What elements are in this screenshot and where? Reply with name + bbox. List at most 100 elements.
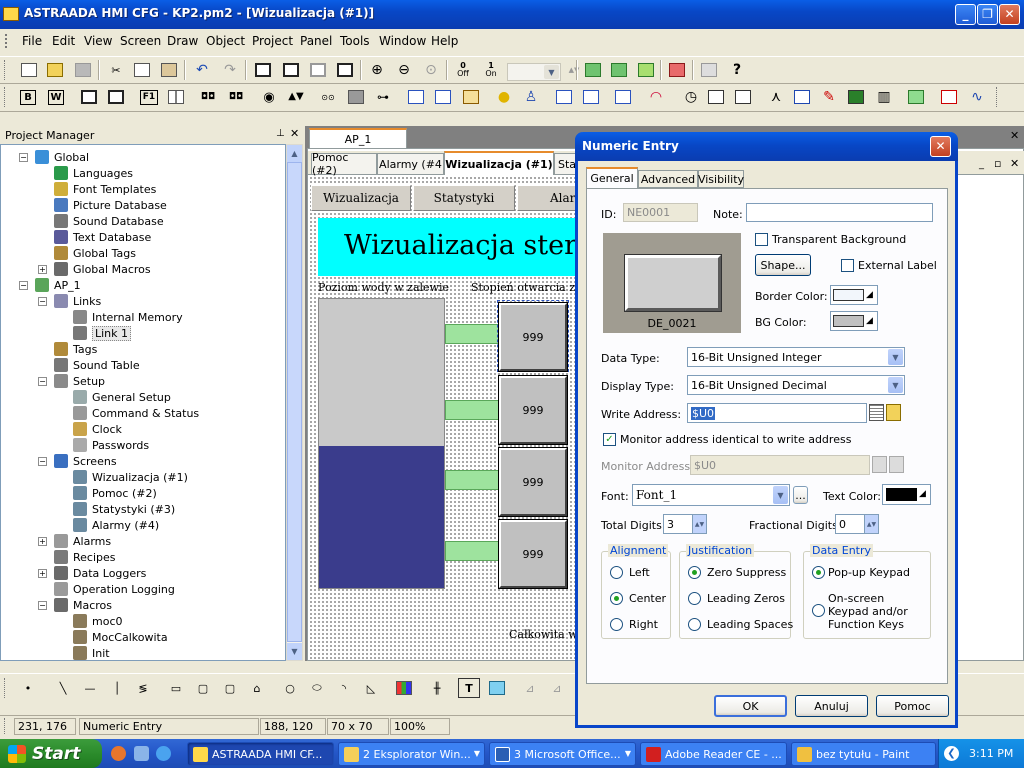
fractional-digits-spinner[interactable]: ▲▼ [864, 515, 878, 533]
knob-icon[interactable]: ◉ [258, 87, 280, 107]
nav-button-wizualizacja[interactable]: Wizualizacja [311, 185, 411, 211]
menu-project[interactable]: Project [252, 34, 293, 48]
tree-item[interactable]: Setup [54, 373, 105, 389]
leading-spaces-radio[interactable] [688, 618, 701, 631]
color-grid-icon[interactable] [393, 678, 415, 698]
align-right-radio[interactable] [610, 618, 623, 631]
onscreen-keypad-radio[interactable] [812, 604, 825, 617]
on-state-button[interactable]: 1 On [480, 60, 502, 80]
select-switch-icon[interactable]: ◘◘ [225, 87, 247, 107]
ie-icon[interactable] [156, 746, 171, 761]
total-digits-field[interactable]: 3 ▲▼ [663, 514, 707, 534]
valve-bar-1[interactable] [445, 324, 499, 344]
nav-button-alarmy[interactable]: Alar [517, 185, 577, 211]
rounded-rect2-tool-icon[interactable]: ▢ [219, 678, 241, 698]
text-tool-icon[interactable]: T [458, 678, 480, 698]
task-astraada[interactable]: ASTRAADA HMI CF... [187, 742, 334, 766]
tree-item[interactable]: Alarmy (#4) [73, 517, 159, 533]
upload-icon[interactable] [608, 60, 630, 80]
mdi-close-outer-icon[interactable]: ✕ [1010, 129, 1019, 142]
monitor-identical-checkbox[interactable]: ✓ [603, 433, 616, 446]
font-browse-button[interactable]: ... [793, 486, 808, 504]
image-tool-icon[interactable] [486, 678, 508, 698]
state-dropdown[interactable]: ▼ [507, 63, 561, 81]
id-field[interactable]: NE0001 [623, 203, 698, 222]
cut-icon[interactable]: ✂ [105, 60, 127, 80]
copy-icon[interactable] [131, 60, 153, 80]
help-button[interactable]: Pomoc [876, 695, 949, 717]
scroll-up-icon[interactable]: ▲ [287, 145, 302, 162]
screen-properties-icon[interactable] [334, 60, 356, 80]
tree-item[interactable]: MocCalkowita [73, 629, 168, 645]
tree-item[interactable]: Statystyki (#3) [73, 501, 175, 517]
menu-window[interactable]: Window [379, 34, 426, 48]
zoom-icon[interactable]: ⊙ [420, 60, 442, 80]
compile-icon[interactable] [635, 60, 657, 80]
display-type-select[interactable]: 16-Bit Unsigned Decimal ▼ [687, 375, 905, 395]
tree-item[interactable]: Global Tags [54, 245, 136, 261]
word-button-icon[interactable]: W [45, 87, 67, 107]
tree-item[interactable]: Text Database [54, 229, 151, 245]
tree-item[interactable]: Languages [54, 165, 133, 181]
collapse-icon[interactable]: − [19, 153, 28, 162]
tree-item[interactable]: Picture Database [54, 197, 167, 213]
water-tank-bar[interactable] [318, 298, 445, 589]
tree-item[interactable]: Recipes [54, 549, 116, 565]
function-key-icon[interactable]: F1 [138, 87, 160, 107]
character-entry-icon[interactable] [580, 87, 602, 107]
tab-advanced[interactable]: Advanced [638, 170, 698, 188]
task-adobe-reader[interactable]: Adobe Reader CE - ... [640, 742, 787, 766]
border-color-picker[interactable]: ◢ [830, 285, 878, 305]
ruler-icon[interactable]: ╫ [426, 678, 448, 698]
tree-item[interactable]: Pomoc (#2) [73, 485, 157, 501]
screen-tab-statystyki[interactable]: Sta [554, 153, 576, 175]
menu-help[interactable]: Help [431, 34, 458, 48]
tree-item[interactable]: Global Macros [54, 261, 151, 277]
tree-item[interactable]: Passwords [73, 437, 149, 453]
lamp-switch-icon[interactable] [345, 87, 367, 107]
picture-icon[interactable] [845, 87, 867, 107]
help-icon[interactable]: ? [726, 60, 748, 80]
tree-item[interactable]: Operation Logging [54, 581, 175, 597]
simulate-icon[interactable] [666, 60, 688, 80]
collapse-icon[interactable]: − [38, 377, 47, 386]
tree-item[interactable]: Sound Table [54, 357, 140, 373]
menu-draw[interactable]: Draw [167, 34, 198, 48]
tree-item[interactable]: Internal Memory [73, 309, 183, 325]
monitor-address-field[interactable]: $U0 [690, 455, 870, 475]
valve-bar-3[interactable] [445, 470, 499, 490]
tab-general[interactable]: General [586, 167, 638, 188]
tree-scrollbar[interactable]: ▲ ▼ [286, 144, 303, 661]
arc-tool-icon[interactable]: ◝ [333, 678, 355, 698]
film-icon[interactable]: ▥ [873, 87, 895, 107]
polygon-tool-icon[interactable]: ⌂ [246, 678, 268, 698]
launcher-icon[interactable] [134, 746, 149, 761]
tree-item[interactable]: Init [73, 645, 110, 661]
menu-view[interactable]: View [84, 34, 112, 48]
animation-icon[interactable] [905, 87, 927, 107]
numeric-entry-1[interactable]: 999 [498, 302, 568, 372]
address-keypad-icon[interactable] [869, 404, 884, 421]
tree-item[interactable]: Command & Status [73, 405, 199, 421]
restore-button[interactable]: ❐ [977, 4, 998, 25]
valve-bar-2[interactable] [445, 400, 499, 420]
radio-button-icon[interactable]: ◘◘ [197, 87, 219, 107]
multi-state-icon[interactable] [105, 87, 127, 107]
font-select[interactable]: Font_1 ▼ [632, 484, 790, 506]
screen-button-icon[interactable] [78, 87, 100, 107]
screen-tab-alarmy[interactable]: Alarmy (#4 [377, 153, 444, 175]
bg-color-picker[interactable]: ◢ [830, 311, 878, 331]
toggle-icon[interactable]: ⊙⊙ [317, 87, 339, 107]
graph-icon[interactable] [705, 87, 727, 107]
vline-tool-icon[interactable]: │ [106, 678, 128, 698]
pointer-icon[interactable] [791, 87, 813, 107]
person-icon[interactable]: ♙ [520, 87, 542, 107]
scroll-thumb[interactable] [287, 162, 302, 642]
trend-icon[interactable] [938, 87, 960, 107]
total-digits-spinner[interactable]: ▲▼ [692, 515, 706, 533]
screen-tab-pomoc[interactable]: Pomoc (#2) [311, 151, 377, 177]
expand-icon[interactable]: + [38, 569, 47, 578]
open-folder-icon[interactable] [44, 60, 66, 80]
collapse-icon[interactable]: − [38, 297, 47, 306]
numeric-display-icon[interactable] [405, 87, 427, 107]
